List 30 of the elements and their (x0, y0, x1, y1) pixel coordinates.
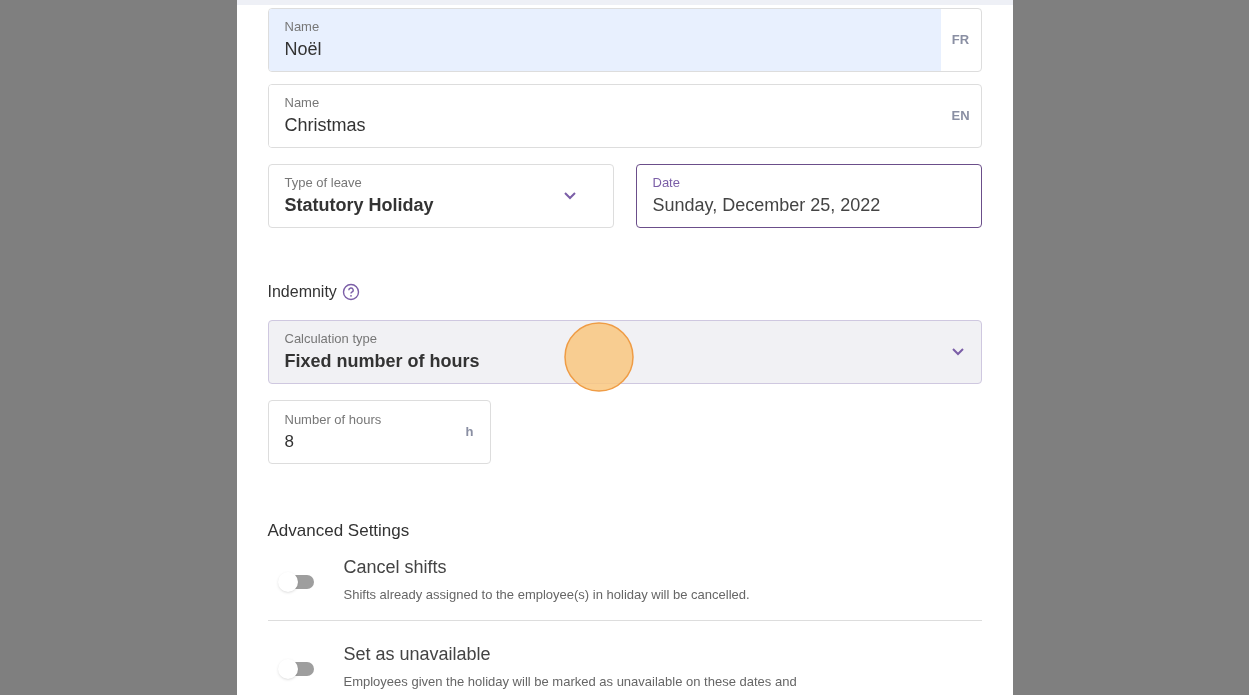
calculation-type-select[interactable]: Calculation type Fixed number of hours (267, 320, 982, 384)
field-label: Calculation type (284, 329, 378, 348)
field-value: Statutory Holiday (284, 194, 435, 218)
field-label: Type of leave (284, 173, 363, 192)
hours-field[interactable]: Number of hours 8 h (267, 400, 491, 464)
help-icon (341, 283, 360, 301)
field-value: Fixed number of hours (284, 350, 481, 374)
toggle-description: Employees given the holiday will be marked as unavailable on these dates and (343, 673, 797, 691)
field-value: Sunday, December 25, 2022 (652, 194, 882, 218)
leave-type-select[interactable]: Type of leave Statutory Holiday (267, 164, 614, 228)
field-value: Noël (284, 38, 323, 62)
field-label: Name (284, 17, 321, 36)
unit-suffix: h (465, 423, 474, 442)
date-field[interactable]: Date Sunday, December 25, 2022 (635, 164, 982, 228)
section-heading: Indemnity (267, 282, 337, 302)
name-field[interactable]: Name Christmas EN (267, 84, 982, 148)
toggle-description: Shifts already assigned to the employee(s) in holiday will be cancelled. (343, 585, 750, 604)
field-label: Date (652, 173, 681, 192)
chevron-down-icon (950, 347, 965, 357)
chevron-down-icon (562, 191, 577, 201)
field-value: Christmas (284, 114, 367, 138)
name-field[interactable]: Name Noël FR (267, 8, 982, 72)
field-label: Number of hours (284, 410, 383, 429)
field-label: Name (284, 93, 321, 112)
language-suffix: EN (951, 107, 970, 126)
section-heading: Advanced Settings (267, 520, 411, 542)
toggle-title: Set as unavailable (343, 643, 492, 666)
language-suffix: FR (951, 31, 970, 50)
field-value: 8 (284, 431, 295, 453)
toggle-title: Cancel shifts (343, 555, 448, 579)
